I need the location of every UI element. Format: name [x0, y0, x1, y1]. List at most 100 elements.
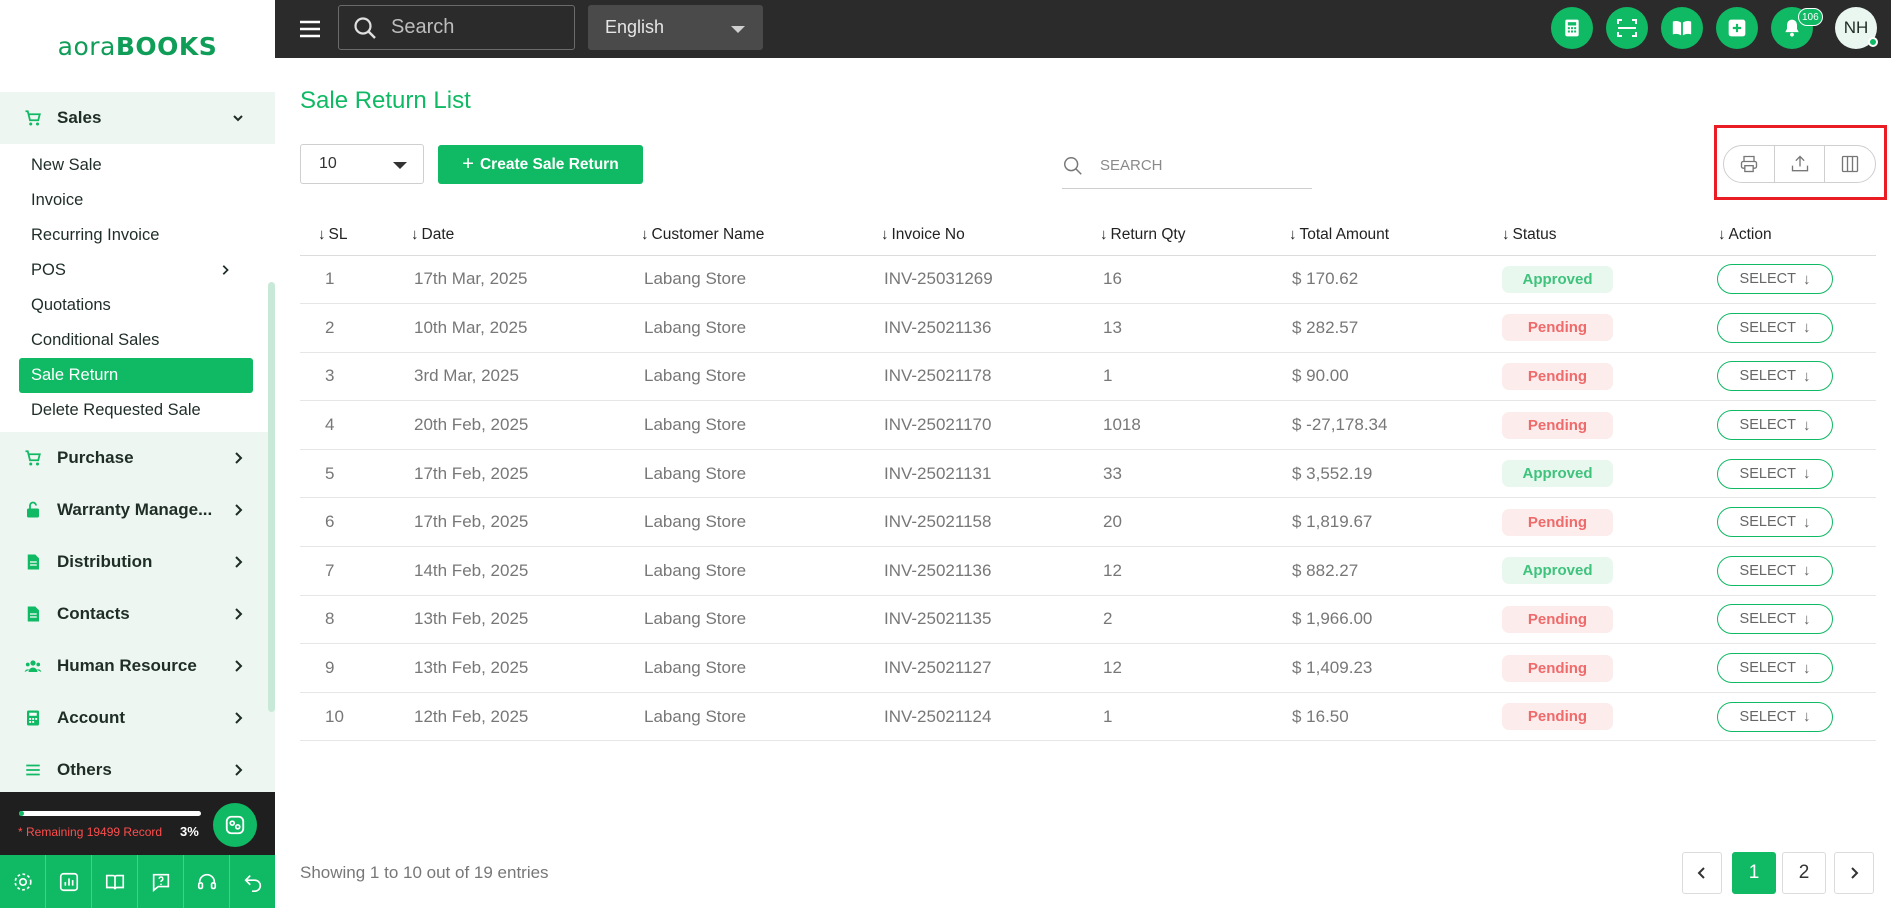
cell-sl: 7	[300, 546, 405, 596]
cell-customer: Labang Store	[635, 643, 875, 693]
select-action-button[interactable]: SELECT ↓	[1717, 361, 1833, 392]
list-search-input[interactable]	[1100, 157, 1300, 174]
sidebar-item-recurring-invoice[interactable]: Recurring Invoice	[0, 218, 275, 253]
sort-arrow-icon: ↓	[641, 225, 649, 243]
global-search[interactable]	[338, 5, 575, 50]
quick-add-button[interactable]	[1716, 7, 1758, 49]
sidebar-group-account[interactable]: Account	[0, 692, 275, 744]
select-action-button[interactable]: SELECT ↓	[1717, 458, 1833, 489]
sidebar-scrollbar[interactable]	[268, 282, 275, 712]
sidebar-group-sales[interactable]: Sales	[0, 92, 275, 144]
global-search-input[interactable]	[391, 16, 561, 39]
upgrade-button[interactable]	[213, 803, 257, 847]
sidebar-item-label: New Sale	[31, 156, 102, 174]
page-title: Sale Return List	[300, 87, 471, 114]
app-logo[interactable]: aoraBOOKS	[58, 32, 218, 61]
column-header-action[interactable]: ↓ Action	[1712, 215, 1876, 256]
sidebar-group-contacts[interactable]: Contacts	[0, 588, 275, 640]
status-badge: Pending	[1502, 508, 1613, 536]
next-page-button[interactable]	[1834, 852, 1874, 894]
select-label: SELECT	[1739, 611, 1796, 628]
reports-button[interactable]	[46, 855, 92, 908]
list-search[interactable]	[1062, 143, 1312, 189]
column-header-status[interactable]: ↓ Status	[1496, 215, 1712, 256]
sidebar-group-others[interactable]: Others	[0, 744, 275, 792]
create-sale-return-button[interactable]: + Create Sale Return	[438, 145, 643, 184]
per-page-select[interactable]: 10	[300, 144, 424, 184]
scanner-button[interactable]	[1606, 7, 1648, 49]
per-page-value: 10	[319, 155, 337, 172]
support-button[interactable]	[184, 855, 230, 908]
language-select[interactable]: English	[588, 5, 763, 50]
table-row[interactable]: 5 17th Feb, 2025 Labang Store INV-25021131 3…	[300, 449, 1876, 499]
table-row[interactable]: 10 12th Feb, 2025 Labang Store INV-25021124…	[300, 692, 1876, 742]
cell-action: SELECT ↓	[1712, 400, 1876, 450]
sidebar-group-warranty-manage[interactable]: Warranty Manage...	[0, 484, 275, 536]
guide-button[interactable]	[92, 855, 138, 908]
select-action-button[interactable]: SELECT ↓	[1717, 312, 1833, 343]
column-header-label: Invoice No	[891, 225, 965, 243]
sidebar-item-pos[interactable]: POS	[0, 253, 275, 288]
sidebar-group-purchase[interactable]: Purchase	[0, 432, 275, 484]
table-row[interactable]: 7 14th Feb, 2025 Labang Store INV-25021136 1…	[300, 546, 1876, 596]
page-button-1[interactable]: 1	[1732, 852, 1776, 894]
table-row[interactable]: 6 17th Feb, 2025 Labang Store INV-25021158 2…	[300, 497, 1876, 548]
table-row[interactable]: 8 13th Feb, 2025 Labang Store INV-25021135 2…	[300, 595, 1876, 645]
avatar[interactable]: NH	[1835, 7, 1878, 49]
menu-icon[interactable]	[299, 19, 321, 39]
table-row[interactable]: 9 13th Feb, 2025 Labang Store INV-25021127 1…	[300, 643, 1876, 693]
cell-qty: 12	[1094, 546, 1283, 596]
sidebar-item-new-sale[interactable]: New Sale	[0, 148, 275, 183]
column-header-date[interactable]: ↓ Date	[405, 215, 635, 256]
column-header-customer-name[interactable]: ↓ Customer Name	[635, 215, 875, 256]
table-row[interactable]: 4 20th Feb, 2025 Labang Store INV-25021170 1…	[300, 400, 1876, 450]
select-action-button[interactable]: SELECT ↓	[1717, 701, 1833, 732]
cell-amount: $ 3,552.19	[1283, 449, 1496, 499]
sidebar-item-delete-requested-sale[interactable]: Delete Requested Sale	[0, 393, 275, 428]
ledger-button[interactable]	[1661, 7, 1703, 49]
columns-button[interactable]	[1824, 146, 1875, 182]
cell-action: SELECT ↓	[1712, 449, 1876, 499]
pagination-info: Showing 1 to 10 out of 19 entries	[300, 863, 549, 882]
sidebar-item-invoice[interactable]: Invoice	[0, 183, 275, 218]
column-header-label: Status	[1512, 225, 1557, 243]
column-header-invoice-no[interactable]: ↓ Invoice No	[875, 215, 1094, 256]
back-button[interactable]	[230, 855, 275, 908]
sidebar-item-sale-return[interactable]: Sale Return	[19, 358, 253, 393]
cell-customer: Labang Store	[635, 497, 875, 548]
sort-arrow-icon: ↓	[318, 225, 326, 243]
status-badge: Pending	[1502, 411, 1613, 439]
arrow-down-icon: ↓	[1802, 270, 1811, 288]
column-header-label: SL	[328, 225, 348, 243]
select-action-button[interactable]: SELECT ↓	[1717, 264, 1833, 295]
prev-page-button[interactable]	[1682, 852, 1722, 894]
table-row[interactable]: 3 3rd Mar, 2025 Labang Store INV-25021178 1 $…	[300, 352, 1876, 402]
select-action-button[interactable]: SELECT ↓	[1717, 604, 1833, 635]
cell-action: SELECT ↓	[1712, 546, 1876, 596]
page-button-2[interactable]: 2	[1782, 852, 1826, 894]
select-action-button[interactable]: SELECT ↓	[1717, 555, 1833, 586]
status-badge: Approved	[1502, 557, 1613, 585]
sidebar-group-human-resource[interactable]: Human Resource	[0, 640, 275, 692]
sidebar-group-distribution[interactable]: Distribution	[0, 536, 275, 588]
usage-progress-bar	[19, 811, 201, 816]
sidebar-item-conditional-sales[interactable]: Conditional Sales	[0, 323, 275, 358]
select-action-button[interactable]: SELECT ↓	[1717, 653, 1833, 684]
column-header-sl[interactable]: ↓ SL	[300, 215, 405, 256]
column-header-return-qty[interactable]: ↓ Return Qty	[1094, 215, 1283, 256]
print-button[interactable]	[1724, 146, 1774, 182]
sidebar-group-label: Distribution	[57, 552, 153, 571]
sidebar-item-quotations[interactable]: Quotations	[0, 288, 275, 323]
select-action-button[interactable]: SELECT ↓	[1717, 507, 1833, 538]
chevron-left-icon	[1697, 867, 1705, 879]
cell-action: SELECT ↓	[1712, 643, 1876, 693]
export-button[interactable]	[1773, 146, 1825, 182]
select-action-button[interactable]: SELECT ↓	[1717, 410, 1833, 441]
settings-button[interactable]	[0, 855, 46, 908]
help-button[interactable]	[138, 855, 184, 908]
table-row[interactable]: 1 17th Mar, 2025 Labang Store INV-25031269 1…	[300, 255, 1876, 305]
table-row[interactable]: 2 10th Mar, 2025 Labang Store INV-25021136 1…	[300, 303, 1876, 353]
remaining-records: * Remaining 19499 Record	[18, 825, 163, 839]
column-header-total-amount[interactable]: ↓ Total Amount	[1283, 215, 1496, 256]
calculator-button[interactable]	[1551, 7, 1593, 49]
